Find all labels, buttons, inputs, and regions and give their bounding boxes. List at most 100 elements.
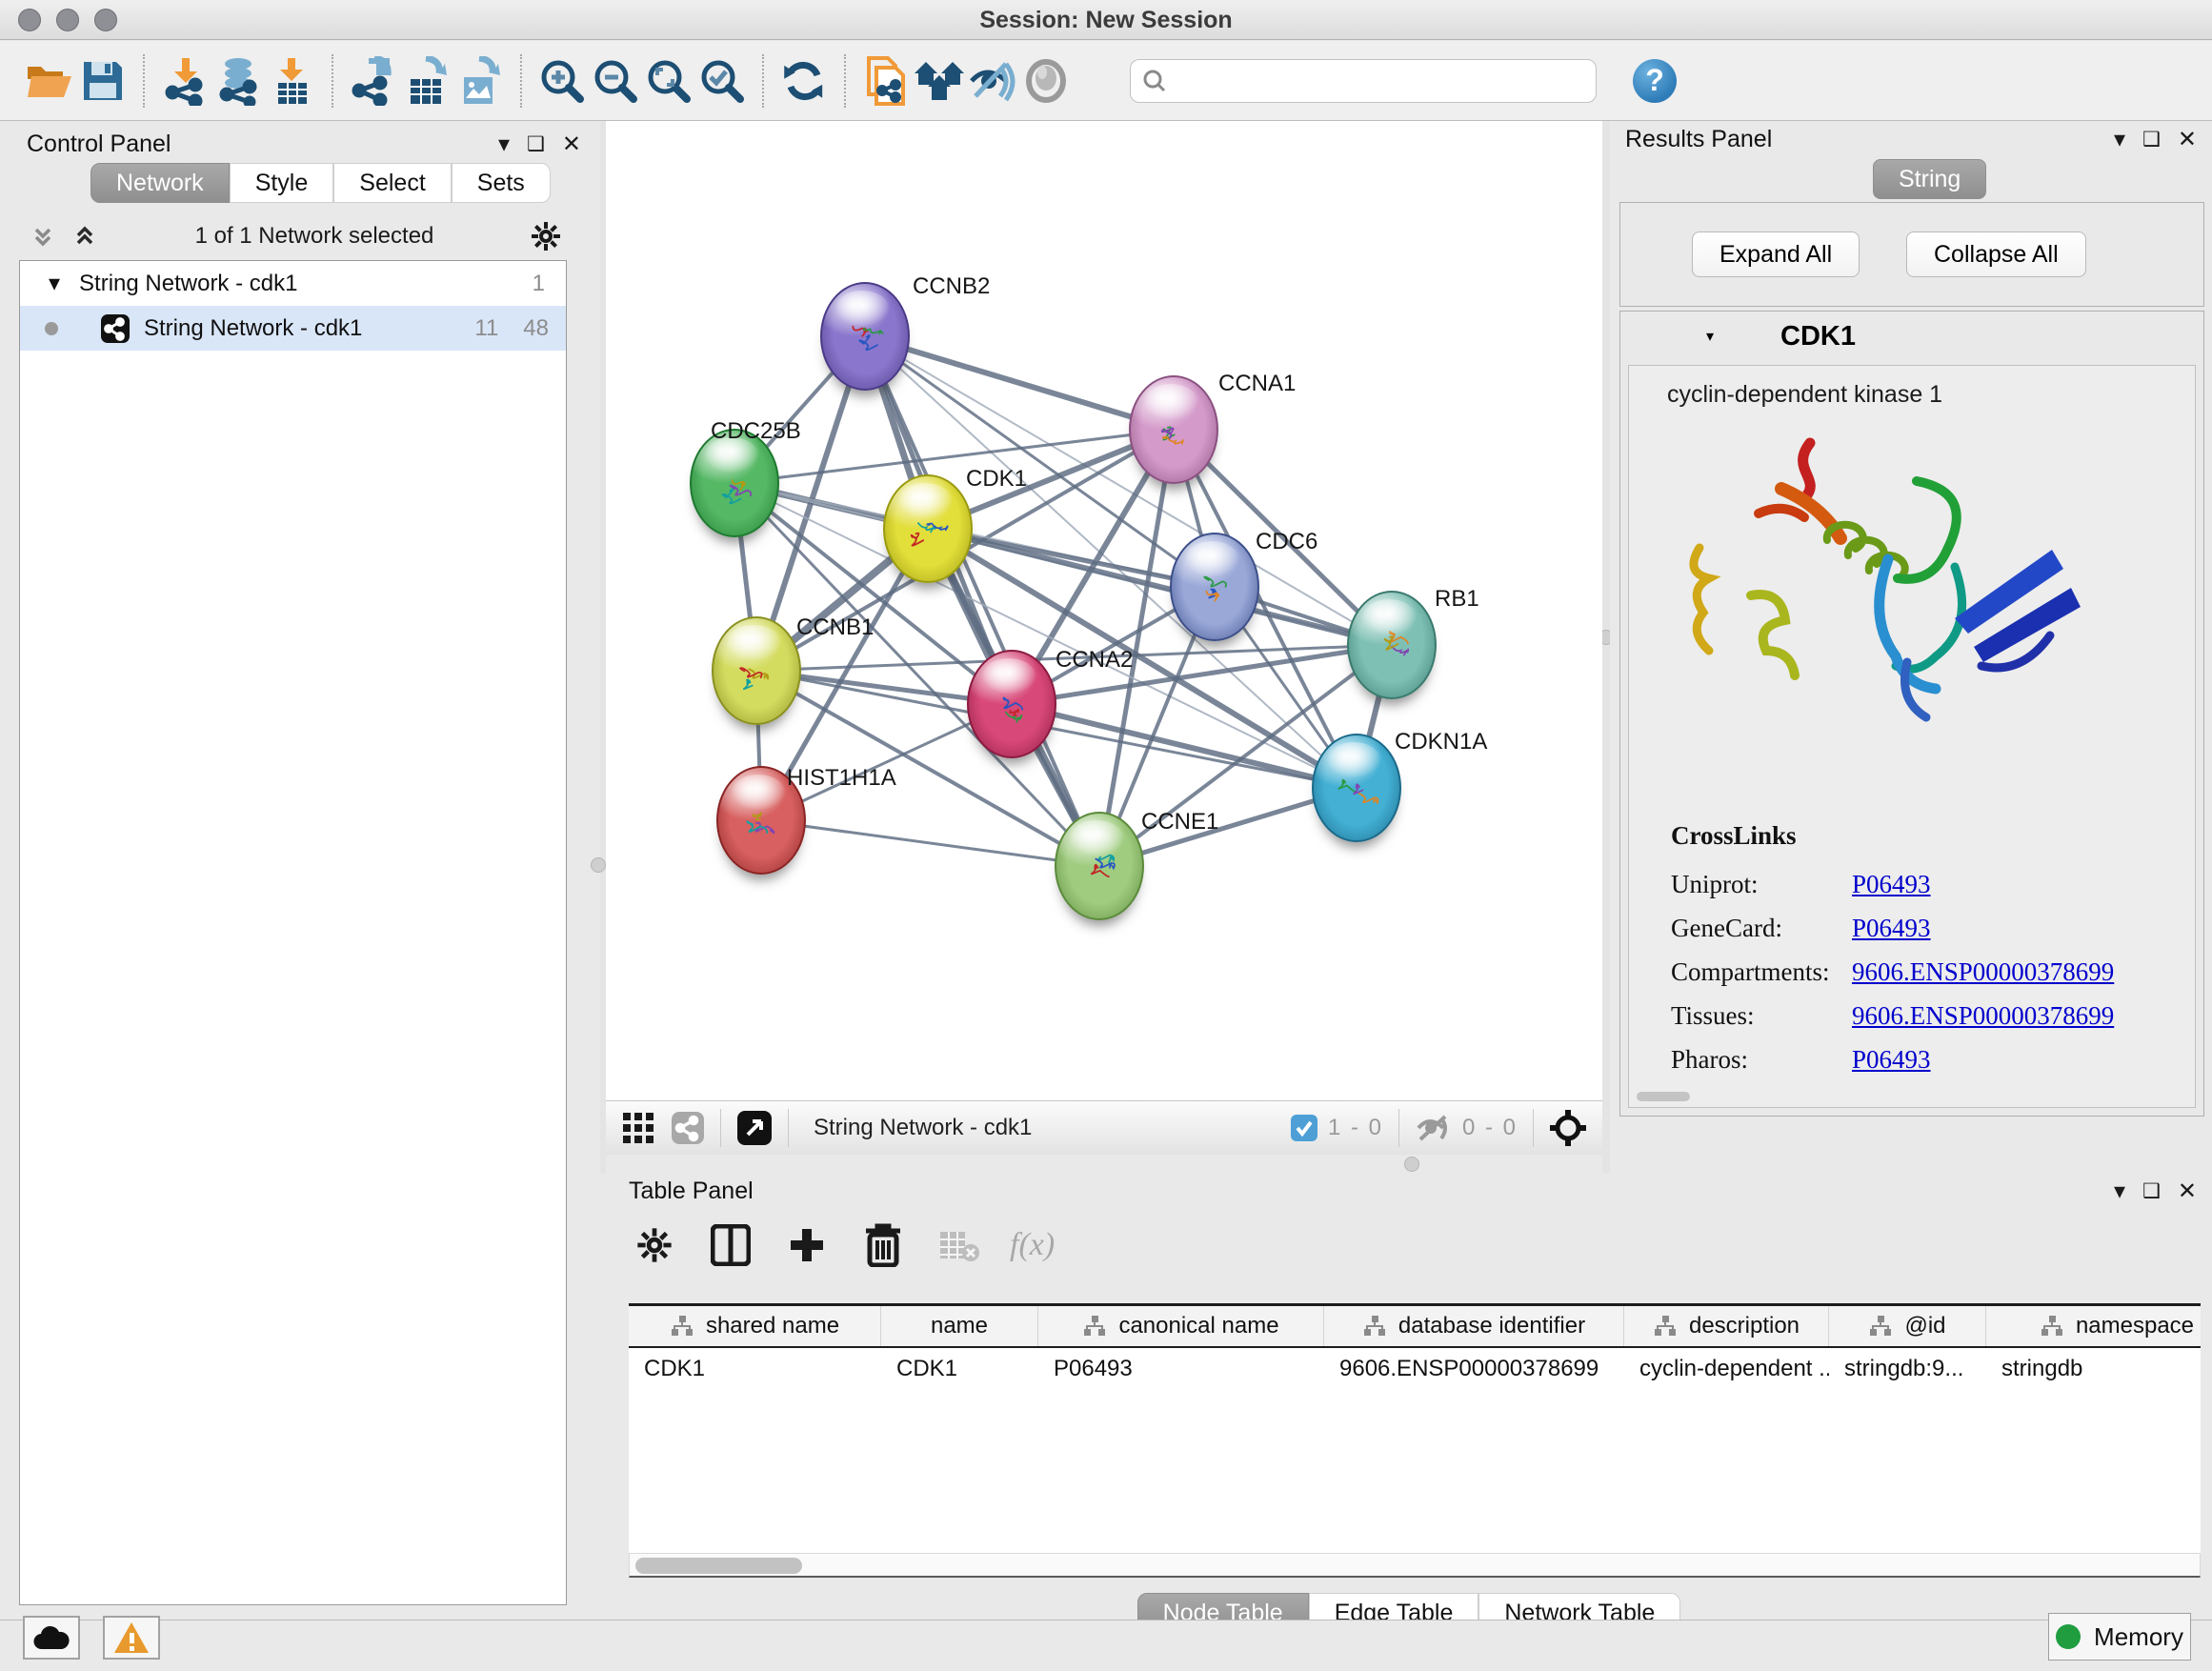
network-node-rb1[interactable] bbox=[1347, 591, 1437, 699]
network-canvas[interactable]: CCNB2CCNA1CDC25BCDK1CDC6RB1CCNB1CCNA2CDK… bbox=[606, 121, 1602, 1100]
crosslink-link[interactable]: P06493 bbox=[1852, 914, 1931, 943]
node-label-cdkn1a: CDKN1A bbox=[1395, 729, 1487, 755]
control-panel-float-icon[interactable]: ❑ bbox=[527, 133, 545, 156]
tab-select[interactable]: Select bbox=[333, 163, 451, 203]
column-header-canonical-name[interactable]: canonical name bbox=[1038, 1306, 1324, 1346]
horizontal-splitter-handle[interactable] bbox=[1404, 1157, 1419, 1172]
network-edge[interactable] bbox=[865, 336, 1099, 866]
crosslink-link[interactable]: 9606.ENSP00000378699 bbox=[1852, 1001, 2114, 1031]
network-node-ccne1[interactable] bbox=[1055, 812, 1144, 920]
table-cell[interactable]: stringdb bbox=[1986, 1348, 2201, 1390]
network-node-cdc25b[interactable] bbox=[690, 429, 779, 537]
control-panel-close-icon[interactable]: ✕ bbox=[562, 133, 581, 156]
node-details-content: cyclin-dependent kinase 1 bbox=[1628, 365, 2196, 1108]
toolbar-search[interactable] bbox=[1130, 59, 1597, 103]
network-node-cdk1[interactable] bbox=[883, 474, 973, 583]
table-cell[interactable]: stringdb:9... bbox=[1829, 1348, 1986, 1390]
network-collection-row[interactable]: ▾ String Network - cdk1 1 bbox=[20, 261, 566, 306]
left-splitter-handle[interactable] bbox=[591, 857, 606, 873]
import-table-icon[interactable] bbox=[265, 52, 318, 110]
render-detail-icon[interactable] bbox=[1019, 52, 1073, 110]
crosslinks-section: CrossLinks Uniprot:P06493GeneCard:P06493… bbox=[1671, 821, 2114, 1081]
zoom-out-icon[interactable] bbox=[589, 52, 642, 110]
grid-view-icon[interactable] bbox=[621, 1111, 655, 1145]
table-hscrollbar[interactable] bbox=[629, 1553, 2201, 1578]
create-column-plus-icon[interactable] bbox=[781, 1219, 833, 1271]
column-header-namespace[interactable]: namespace bbox=[1986, 1306, 2201, 1346]
network-selection-status: 1 of 1 Network selected bbox=[99, 223, 530, 250]
column-header-description[interactable]: description bbox=[1624, 1306, 1829, 1346]
crosslink-link[interactable]: P06493 bbox=[1852, 1045, 1931, 1075]
save-session-icon[interactable] bbox=[76, 52, 130, 110]
network-node-ccna2[interactable] bbox=[967, 650, 1056, 758]
control-panel-menu-icon[interactable]: ▾ bbox=[498, 133, 510, 156]
column-header-name[interactable]: name bbox=[881, 1306, 1038, 1346]
table-cell[interactable]: CDK1 bbox=[629, 1348, 881, 1390]
delete-column-trash-icon[interactable] bbox=[857, 1219, 909, 1271]
help-icon[interactable]: ? bbox=[1633, 59, 1677, 103]
zoom-selected-icon[interactable] bbox=[695, 52, 749, 110]
selected-checkbox-icon[interactable] bbox=[1290, 1114, 1318, 1142]
fit-selection-crosshair-icon[interactable] bbox=[1549, 1109, 1587, 1147]
zoom-in-icon[interactable] bbox=[535, 52, 589, 110]
table-options-gear-icon[interactable] bbox=[629, 1219, 680, 1271]
tab-network[interactable]: Network bbox=[90, 163, 230, 203]
cloud-status-button[interactable] bbox=[23, 1616, 80, 1660]
results-panel-menu-icon[interactable]: ▾ bbox=[2114, 129, 2125, 151]
right-splitter[interactable] bbox=[1602, 121, 1610, 1174]
expand-all-button[interactable]: Expand All bbox=[1692, 232, 1860, 277]
export-table-icon[interactable] bbox=[400, 52, 453, 110]
export-network-icon[interactable] bbox=[347, 52, 400, 110]
network-edge[interactable] bbox=[865, 336, 1174, 430]
table-panel-close-icon[interactable]: ✕ bbox=[2178, 1180, 2197, 1203]
column-header--id[interactable]: @id bbox=[1829, 1306, 1986, 1346]
birdseye-view-icon[interactable] bbox=[736, 1110, 773, 1146]
table-panel-float-icon[interactable]: ❑ bbox=[2142, 1180, 2161, 1203]
show-columns-icon[interactable] bbox=[705, 1219, 756, 1271]
results-panel-close-icon[interactable]: ✕ bbox=[2178, 129, 2197, 151]
import-network-from-database-icon[interactable] bbox=[211, 52, 265, 110]
network-row[interactable]: String Network - cdk1 11 48 bbox=[20, 306, 566, 351]
column-header-database-identifier[interactable]: database identifier bbox=[1324, 1306, 1624, 1346]
string-import-icon[interactable] bbox=[859, 52, 913, 110]
export-image-icon[interactable] bbox=[453, 52, 507, 110]
memory-button[interactable]: Memory bbox=[2048, 1613, 2191, 1661]
network-node-cdc6[interactable] bbox=[1170, 533, 1259, 641]
collapse-all-button[interactable]: Collapse All bbox=[1906, 232, 2086, 277]
table-cell[interactable]: 9606.ENSP00000378699 bbox=[1324, 1348, 1624, 1390]
network-edge[interactable] bbox=[761, 820, 1099, 866]
refresh-icon[interactable] bbox=[777, 52, 831, 110]
collection-expand-icon[interactable]: ▾ bbox=[49, 270, 60, 297]
zoom-fit-icon[interactable] bbox=[642, 52, 695, 110]
table-row[interactable]: CDK1CDK1P064939606.ENSP00000378699cyclin… bbox=[629, 1348, 2201, 1390]
collapse-all-icon[interactable] bbox=[29, 222, 57, 251]
search-input[interactable] bbox=[1175, 67, 1584, 95]
table-hscrollbar-thumb[interactable] bbox=[635, 1558, 802, 1574]
tab-style[interactable]: Style bbox=[230, 163, 334, 203]
network-options-gear-icon[interactable] bbox=[530, 220, 562, 252]
tab-sets[interactable]: Sets bbox=[452, 163, 551, 203]
network-share-gray-icon[interactable] bbox=[671, 1111, 705, 1145]
table-cell[interactable]: CDK1 bbox=[881, 1348, 1038, 1390]
crosslink-link[interactable]: 9606.ENSP00000378699 bbox=[1852, 957, 2114, 987]
network-node-ccna1[interactable] bbox=[1129, 375, 1218, 484]
hide-panel-eye-icon[interactable] bbox=[966, 52, 1019, 110]
column-header-shared-name[interactable]: shared name bbox=[629, 1306, 881, 1346]
network-node-ccnb1[interactable] bbox=[712, 616, 801, 725]
tab-string[interactable]: String bbox=[1873, 159, 1986, 199]
results-panel-float-icon[interactable]: ❑ bbox=[2142, 129, 2161, 151]
network-node-cdkn1a[interactable] bbox=[1312, 734, 1401, 842]
import-network-icon[interactable] bbox=[158, 52, 211, 110]
open-session-icon[interactable] bbox=[23, 52, 76, 110]
expand-all-icon[interactable] bbox=[70, 222, 99, 251]
table-cell[interactable]: cyclin-dependent ... bbox=[1624, 1348, 1829, 1390]
crosslink-link[interactable]: P06493 bbox=[1852, 870, 1931, 899]
table-cell[interactable]: P06493 bbox=[1038, 1348, 1324, 1390]
section-collapse-icon[interactable]: ▾ bbox=[1706, 327, 1714, 346]
results-scrollbar-thumb[interactable] bbox=[1637, 1092, 1690, 1101]
network-node-ccnb2[interactable] bbox=[820, 282, 910, 391]
warnings-button[interactable] bbox=[103, 1616, 160, 1660]
table-panel-menu-icon[interactable]: ▾ bbox=[2114, 1180, 2125, 1203]
home-network-icon[interactable] bbox=[913, 52, 966, 110]
node-label-ccna1: CCNA1 bbox=[1218, 371, 1296, 397]
